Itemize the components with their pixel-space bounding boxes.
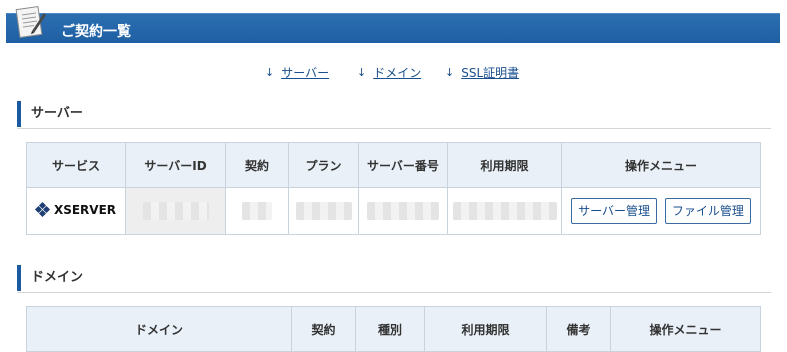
anchor-nav: ↓ サーバー ↓ ドメイン ↓ SSL証明書 [0, 64, 787, 80]
section-divider [17, 128, 771, 129]
domain-table: ドメイン 契約 種別 利用期限 備考 操作メニュー [26, 306, 761, 352]
xserver-logo: XSERVER [34, 202, 117, 218]
column-header: 種別 [355, 306, 425, 352]
column-header: 備考 [546, 306, 611, 352]
anchor-link-server[interactable]: ↓ サーバー [265, 64, 329, 81]
arrow-down-icon: ↓ [445, 66, 455, 79]
column-header: サービス [26, 142, 126, 188]
column-header: プラン [288, 142, 359, 188]
column-header: 操作メニュー [610, 306, 761, 352]
expiry-cell [447, 187, 562, 235]
column-header: サーバーID [125, 142, 226, 188]
server-id-cell [125, 187, 226, 235]
service-cell: XSERVER [26, 187, 126, 235]
column-header: ドメイン [26, 306, 292, 352]
file-management-button[interactable]: ファイル管理 [664, 198, 751, 224]
column-header: 利用期限 [424, 306, 547, 352]
column-header: 契約 [291, 306, 356, 352]
operation-menu-cell: サーバー管理 ファイル管理 [561, 187, 761, 235]
contract-cell [225, 187, 289, 235]
column-header: サーバー番号 [358, 142, 448, 188]
server-management-button[interactable]: サーバー管理 [571, 198, 658, 224]
table-header-row: ドメイン 契約 種別 利用期限 備考 操作メニュー [26, 306, 761, 352]
section-divider [17, 292, 771, 293]
domain-section-title: ドメイン [17, 265, 83, 291]
redacted-value [452, 202, 557, 220]
anchor-label: ドメイン [373, 66, 422, 80]
redacted-value [242, 202, 272, 220]
column-header: 操作メニュー [561, 142, 761, 188]
column-header: 契約 [225, 142, 289, 188]
plan-cell [288, 187, 359, 235]
page-title: ご契約一覧 [61, 24, 131, 40]
arrow-down-icon: ↓ [265, 66, 275, 79]
redacted-value [295, 202, 352, 220]
anchor-label: サーバー [281, 66, 330, 80]
table-header-row: サービス サーバーID 契約 プラン サーバー番号 利用期限 操作メニュー [26, 142, 761, 188]
arrow-down-icon: ↓ [357, 66, 367, 79]
anchor-label: SSL証明書 [461, 66, 520, 80]
page-header: ご契約一覧 [6, 13, 780, 43]
server-table: サービス サーバーID 契約 プラン サーバー番号 利用期限 操作メニュー XS… [26, 142, 761, 235]
server-number-cell [358, 187, 448, 235]
redacted-value [142, 202, 209, 220]
table-row: XSERVER サーバー管理 ファイル管理 [26, 187, 761, 235]
service-name: XSERVER [53, 202, 117, 217]
anchor-link-domain[interactable]: ↓ ドメイン [357, 64, 421, 81]
server-section-title: サーバー [17, 101, 83, 127]
redacted-value [367, 202, 439, 220]
anchor-link-ssl[interactable]: ↓ SSL証明書 [445, 64, 519, 81]
contract-document-icon [15, 6, 46, 38]
column-header: 利用期限 [447, 142, 562, 188]
xserver-mark-icon [34, 202, 51, 218]
